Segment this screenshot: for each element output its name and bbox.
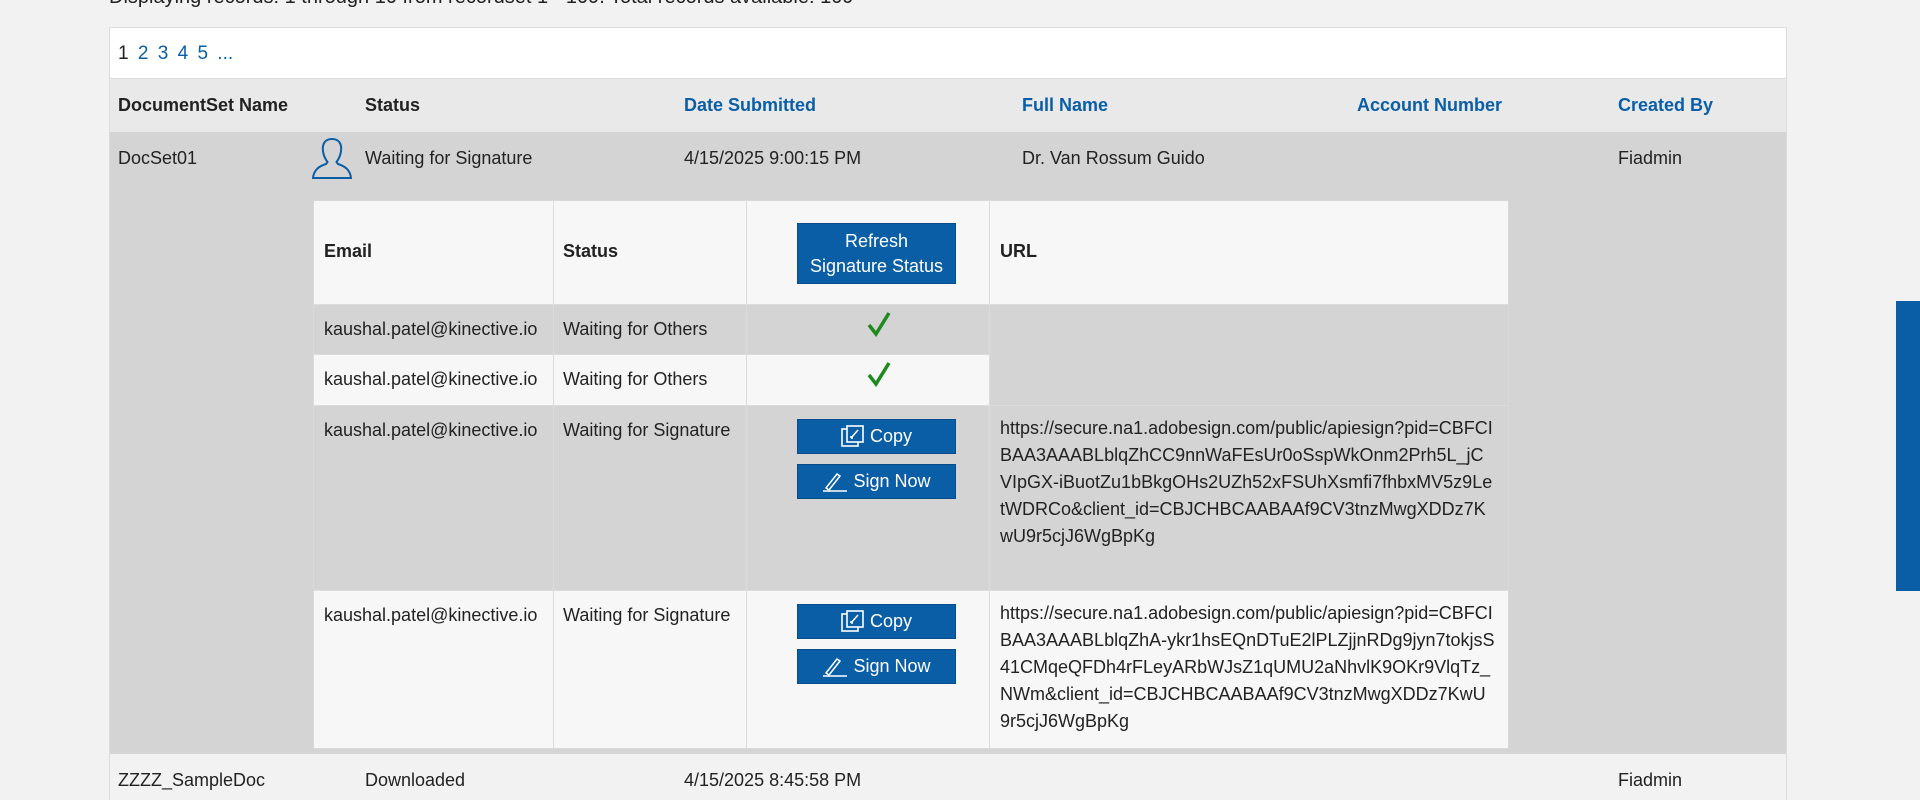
page-1[interactable]: 1 xyxy=(118,43,129,64)
sort-created-by[interactable]: Created By xyxy=(1618,95,1713,116)
more-pages-link[interactable]: ... xyxy=(217,43,233,64)
page-3-link[interactable]: 3 xyxy=(158,43,169,64)
table-row: DocSet01 Waiting for Signature 4/15/2025… xyxy=(109,132,1787,754)
refresh-label-line1: Refresh xyxy=(844,231,909,251)
copy-label: Copy xyxy=(869,426,913,446)
signer-status: Waiting for Others xyxy=(563,369,708,389)
row-divider xyxy=(314,590,1508,591)
signer-email: kaushal.patel@kinective.io xyxy=(324,605,538,625)
page-4-link[interactable]: 4 xyxy=(178,43,189,64)
docset-name: ZZZZ_SampleDoc xyxy=(118,770,266,790)
row-divider xyxy=(314,405,1508,406)
signing-url[interactable]: https://secure.na1.adobesign.com/public/… xyxy=(1000,415,1495,550)
records-info: Displaying records: 1 through 10 from re… xyxy=(109,0,853,9)
sort-account-number[interactable]: Account Number xyxy=(1357,95,1502,116)
docset-date: 4/15/2025 9:00:15 PM xyxy=(684,148,862,168)
docset-status: Downloaded xyxy=(365,770,466,790)
row-divider xyxy=(314,354,989,355)
signers-table: Email Status Refresh Signature Status UR… xyxy=(313,200,1509,749)
signer-status: Waiting for Others xyxy=(563,319,708,339)
header-url: URL xyxy=(1000,241,1037,261)
column-divider xyxy=(553,201,554,748)
sort-date-submitted[interactable]: Date Submitted xyxy=(684,95,816,116)
signing-url[interactable]: https://secure.na1.adobesign.com/public/… xyxy=(1000,600,1495,735)
signer-email: kaushal.patel@kinective.io xyxy=(324,369,538,389)
person-icon[interactable] xyxy=(311,136,353,180)
copy-button[interactable]: Copy xyxy=(797,419,956,454)
sign-now-label: Sign Now xyxy=(853,471,931,491)
copy-label: Copy xyxy=(869,611,913,631)
signer-status: Waiting for Signature xyxy=(563,420,731,440)
check-icon xyxy=(867,361,891,392)
signer-status: Waiting for Signature xyxy=(563,605,731,625)
url-cell-empty xyxy=(989,354,1508,405)
sign-now-label: Sign Now xyxy=(853,656,931,676)
sign-now-button[interactable]: Sign Now xyxy=(797,464,956,499)
column-divider xyxy=(989,201,990,748)
signer-email: kaushal.patel@kinective.io xyxy=(324,420,538,440)
copy-icon xyxy=(841,610,870,632)
docset-name: DocSet01 xyxy=(118,148,198,168)
docset-created-by: Fiadmin xyxy=(1618,770,1683,790)
header-documentset-name: DocumentSet Name xyxy=(118,95,289,115)
pagination: 1 2 3 4 5 ... xyxy=(109,27,1787,79)
sign-now-button[interactable]: Sign Now xyxy=(797,649,956,684)
page-5-link[interactable]: 5 xyxy=(197,43,208,64)
docset-status: Waiting for Signature xyxy=(365,148,533,168)
signer-email: kaushal.patel@kinective.io xyxy=(324,319,538,339)
pen-icon xyxy=(822,656,853,677)
scrollbar-thumb[interactable] xyxy=(1896,301,1920,591)
column-divider xyxy=(746,201,747,748)
docset-created-by: Fiadmin xyxy=(1618,148,1683,168)
row-divider xyxy=(314,304,1508,305)
page-2-link[interactable]: 2 xyxy=(138,43,149,64)
refresh-signature-status-button[interactable]: Refresh Signature Status xyxy=(797,223,956,284)
docset-date: 4/15/2025 8:45:58 PM xyxy=(684,770,862,790)
check-icon xyxy=(867,311,891,342)
header-signer-status: Status xyxy=(563,241,619,261)
table-row: ZZZZ_SampleDoc Downloaded 4/15/2025 8:45… xyxy=(109,754,1787,800)
copy-button[interactable]: Copy xyxy=(797,604,956,639)
pen-icon xyxy=(822,471,853,492)
header-status: Status xyxy=(365,95,421,115)
copy-icon xyxy=(841,425,870,447)
sort-full-name[interactable]: Full Name xyxy=(1022,95,1108,116)
refresh-label-line2: Signature Status xyxy=(809,256,944,276)
table-header: DocumentSet Name Status Date Submitted F… xyxy=(109,79,1787,132)
header-email: Email xyxy=(324,241,373,261)
docset-full-name: Dr. Van Rossum Guido xyxy=(1022,148,1205,168)
